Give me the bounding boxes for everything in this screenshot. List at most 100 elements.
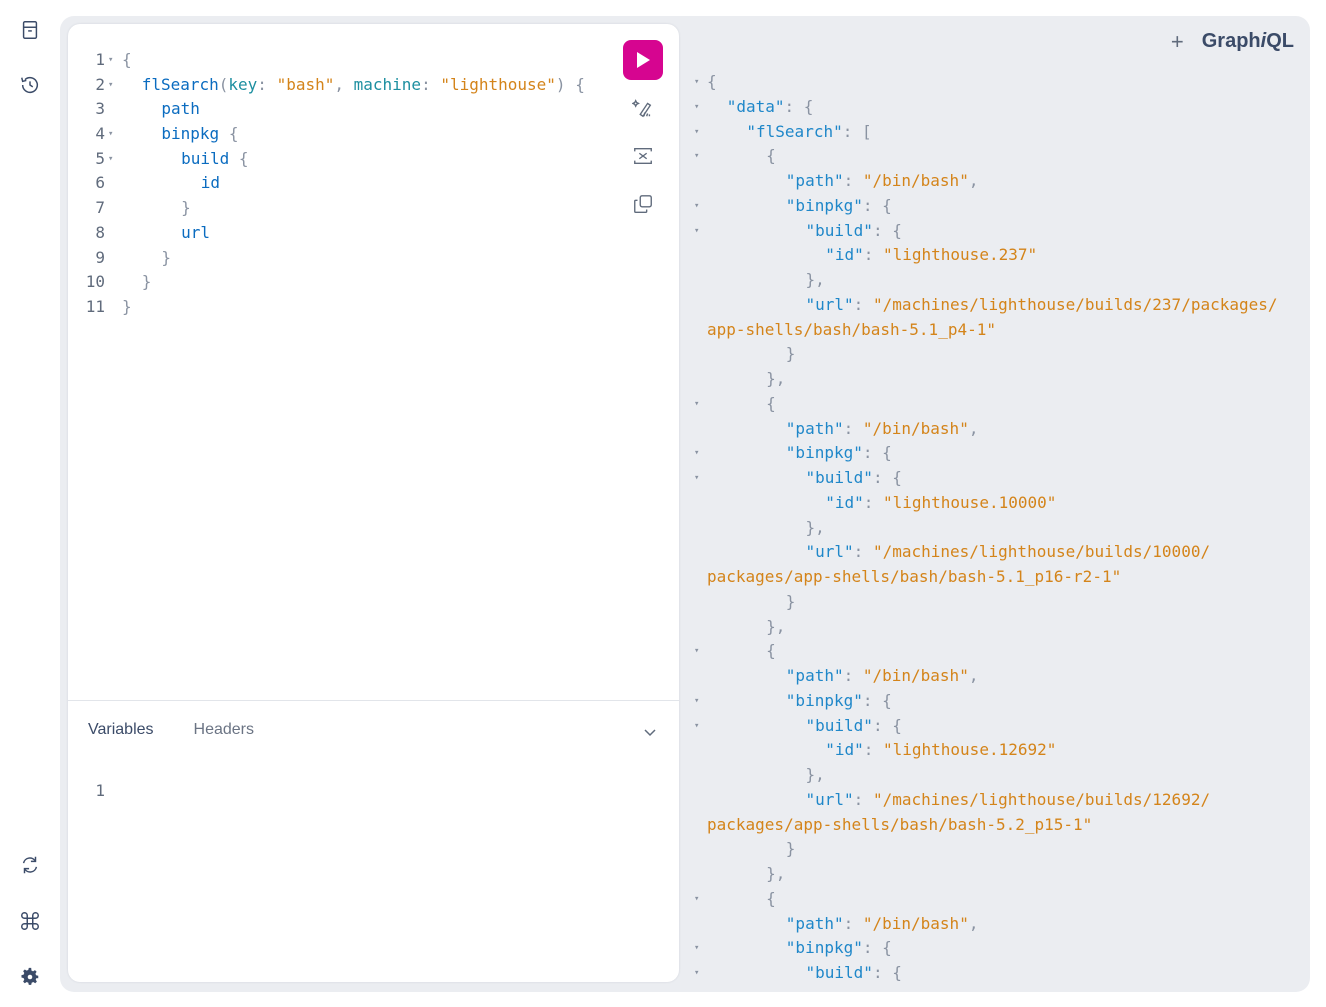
token-punc: : xyxy=(257,74,277,94)
tab-headers[interactable]: Headers xyxy=(194,721,254,739)
fold-arrow-icon[interactable]: ▾ xyxy=(694,887,704,912)
result-line: ▾{ xyxy=(690,70,1300,95)
result-line: ▾ "binpkg": { xyxy=(690,194,1300,219)
token-punc: } xyxy=(785,839,796,859)
copy-query-button[interactable] xyxy=(623,184,663,224)
prettify-icon xyxy=(632,99,652,118)
result-line: ▾ "build": { xyxy=(690,961,1300,986)
fold-arrow-icon[interactable]: ▾ xyxy=(694,639,704,664)
fold-arrow-icon[interactable]: ▾ xyxy=(694,714,704,739)
token-punc: : xyxy=(853,789,873,809)
session-header: + GraphiQL xyxy=(1171,30,1294,53)
token-str: "lighthouse.10000" xyxy=(882,492,1057,512)
result-line: "path": "/bin/bash", xyxy=(690,912,1300,937)
run-button[interactable] xyxy=(623,40,663,80)
result-text: { xyxy=(766,639,776,664)
token-key: "build" xyxy=(805,963,873,982)
code-text: id xyxy=(201,171,220,196)
token-punc: }, xyxy=(766,616,786,636)
token-key: "url" xyxy=(805,542,854,562)
fold-arrow-icon[interactable]: ▾ xyxy=(694,961,704,986)
token-punc: : xyxy=(863,245,883,265)
token-str: "/machines/lighthouse/builds/10000/ xyxy=(872,542,1211,562)
token-punc: } xyxy=(181,198,191,218)
token-str: app-shells/bash/bash-5.1_p4-1" xyxy=(707,319,996,339)
result-text: "id": "lighthouse.12692" xyxy=(825,738,1056,763)
result-line: "id": "lighthouse.12692" xyxy=(690,738,1300,763)
token-punc: { xyxy=(707,72,717,91)
token-punc: : xyxy=(843,418,863,438)
fold-arrow-icon[interactable]: ▾ xyxy=(694,466,704,491)
token-punc: { xyxy=(122,50,132,69)
fold-arrow-icon[interactable]: ▾ xyxy=(108,122,118,147)
fold-arrow-icon[interactable]: ▾ xyxy=(694,70,704,95)
fold-arrow-icon[interactable]: ▾ xyxy=(694,219,704,244)
token-punc: }, xyxy=(766,864,786,883)
code-line: 6 id xyxy=(68,171,609,196)
result-line: packages/app-shells/bash/bash-5.1_p16-r2… xyxy=(690,565,1300,590)
fold-arrow-icon[interactable]: ▾ xyxy=(108,147,118,172)
token-str: "/bin/bash" xyxy=(862,418,969,438)
token-str: "/bin/bash" xyxy=(862,171,969,190)
line-number: 6 xyxy=(95,173,105,193)
token-punc: { xyxy=(219,124,239,144)
chevron-down-icon[interactable] xyxy=(641,723,659,741)
docs-icon[interactable] xyxy=(15,15,45,45)
code-line: 7} xyxy=(68,196,609,221)
token-field: build xyxy=(181,148,230,168)
code-text: } xyxy=(122,295,132,320)
refetch-icon[interactable] xyxy=(15,850,45,880)
result-text: }, xyxy=(766,862,785,887)
add-tab-button[interactable]: + xyxy=(1171,30,1184,53)
settings-icon[interactable] xyxy=(15,962,45,992)
token-str: "/bin/bash" xyxy=(862,913,969,933)
token-key: "binpkg" xyxy=(785,690,863,710)
fold-arrow-icon[interactable]: ▾ xyxy=(694,194,704,219)
result-text: "data": { xyxy=(727,95,814,120)
token-punc: : { xyxy=(784,96,814,116)
result-line: ▾ "build": { xyxy=(690,714,1300,739)
token-punc: : { xyxy=(872,220,902,240)
token-key: "binpkg" xyxy=(785,195,863,215)
result-line: ▾ "binpkg": { xyxy=(690,441,1300,466)
token-field: path xyxy=(161,99,200,119)
fold-arrow-icon[interactable]: ▾ xyxy=(694,689,704,714)
code-text: { xyxy=(122,48,132,73)
token-punc: } xyxy=(161,247,172,267)
fold-arrow-icon[interactable]: ▾ xyxy=(694,441,704,466)
code-text: url xyxy=(181,221,210,246)
editor-card: 1 ▾{2 ▾ flSearch(key: "bash", machine: "lig… xyxy=(68,24,679,982)
token-punc: { xyxy=(766,888,776,908)
token-punc: }, xyxy=(805,765,825,784)
merge-fragments-button[interactable] xyxy=(623,136,663,176)
token-key: "flSearch" xyxy=(746,121,843,141)
fold-arrow-icon[interactable]: ▾ xyxy=(694,936,704,961)
result-text: "build": { xyxy=(806,961,902,986)
prettify-button[interactable] xyxy=(623,88,663,128)
result-viewer[interactable]: ▾{▾ "data": {▾ "flSearch": [▾{"path": "/bi… xyxy=(690,70,1300,986)
token-punc: : xyxy=(863,492,883,512)
query-editor[interactable]: 1 ▾{2 ▾ flSearch(key: "bash", machine: "lig… xyxy=(68,48,609,320)
fold-arrow-icon[interactable]: ▾ xyxy=(694,392,704,417)
token-punc: , xyxy=(968,666,979,685)
fold-arrow-icon[interactable]: ▾ xyxy=(694,120,704,145)
code-text: path xyxy=(161,97,200,122)
tab-variables[interactable]: Variables xyxy=(88,721,154,739)
run-icon xyxy=(637,52,650,68)
token-field: flSearch xyxy=(141,74,219,94)
token-punc: : { xyxy=(872,715,902,735)
result-line: } xyxy=(690,342,1300,367)
history-icon[interactable] xyxy=(15,70,45,100)
token-str: "/bin/bash" xyxy=(862,666,969,685)
fold-arrow-icon[interactable]: ▾ xyxy=(694,95,704,120)
token-key: "id" xyxy=(825,245,864,265)
token-key: "build" xyxy=(805,468,873,487)
fold-arrow-icon[interactable]: ▾ xyxy=(694,144,704,169)
token-punc: : xyxy=(421,74,441,94)
token-punc: ( xyxy=(218,74,229,94)
shortcuts-icon[interactable] xyxy=(15,906,45,936)
token-key: "id" xyxy=(825,740,864,760)
fold-arrow-icon[interactable]: ▾ xyxy=(108,48,118,73)
token-punc: : xyxy=(843,666,863,685)
fold-arrow-icon[interactable]: ▾ xyxy=(108,73,118,98)
